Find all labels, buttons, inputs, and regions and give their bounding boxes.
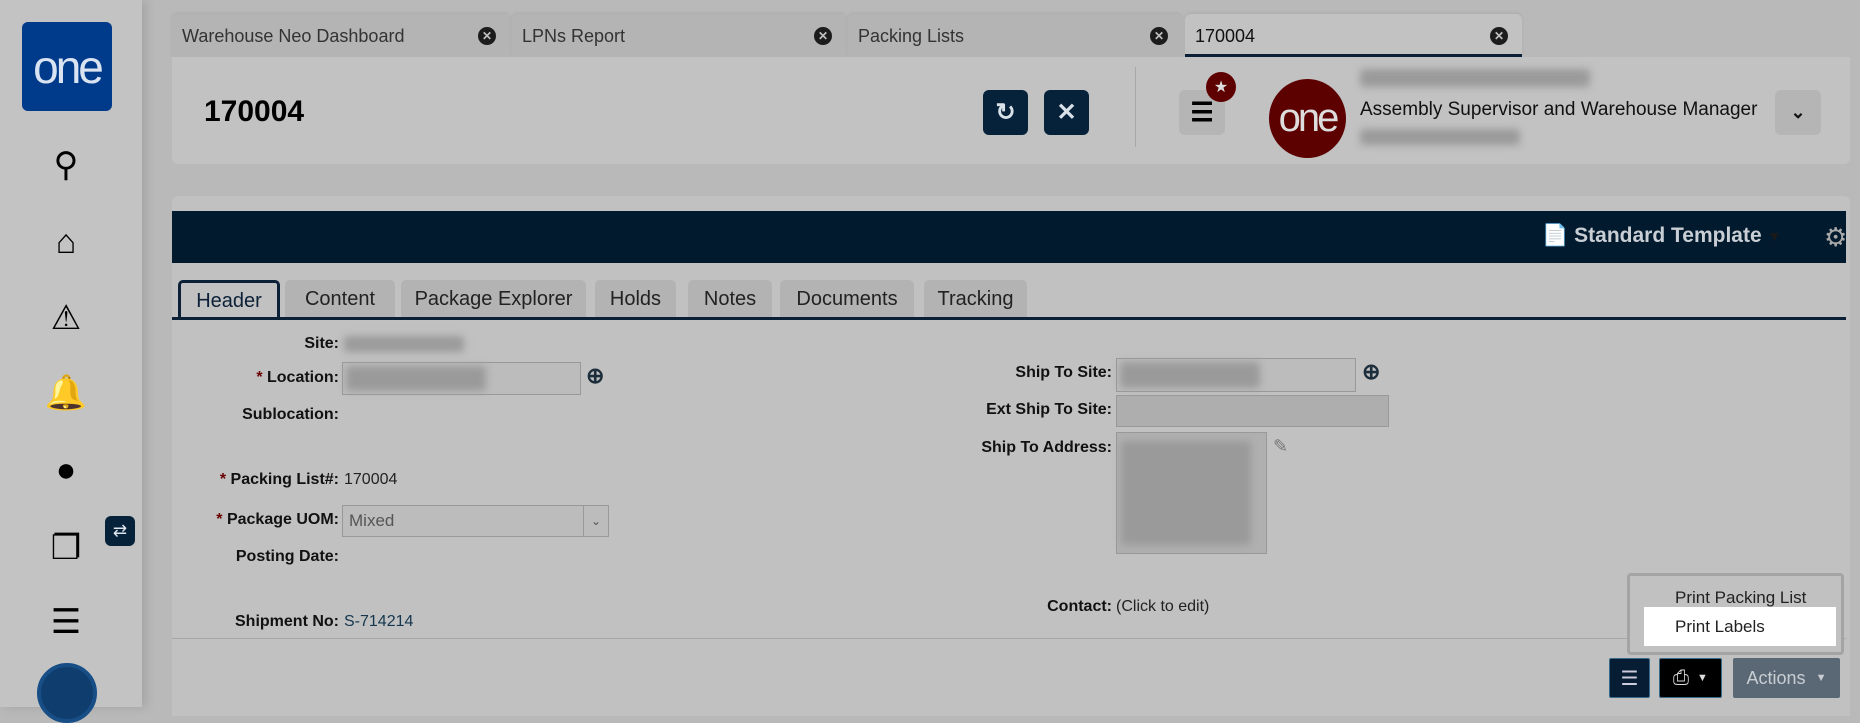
template-selector[interactable]: 📄 Standard Template ▼ — [1542, 224, 1782, 248]
footer-divider — [172, 638, 1846, 639]
chevron-down-icon[interactable]: ⌄ — [1775, 90, 1821, 135]
user-avatar[interactable]: one — [1269, 79, 1346, 158]
tab-holds[interactable]: Holds — [595, 280, 676, 318]
required-mark: * — [256, 369, 263, 386]
package-uom-select[interactable]: Mixed ⌄ — [342, 505, 609, 537]
posting-date-label: Posting Date: — [235, 548, 339, 565]
history-list-icon: ☰ — [1620, 667, 1639, 690]
menu-item-print-labels[interactable]: Print Labels — [1644, 607, 1836, 646]
actions-label: Actions — [1746, 667, 1806, 688]
close-tab-icon[interactable]: ✕ — [478, 27, 496, 45]
tab-underline — [172, 317, 1846, 320]
close-tab-icon[interactable]: ✕ — [814, 27, 832, 45]
sidebar: one ⚲ ⌂ ⚠ 🔔 ● ❐ ⇄ ☰ — [0, 0, 142, 723]
site-label: Site: — [304, 335, 339, 352]
star-icon[interactable]: ★ — [1206, 72, 1236, 102]
tab-label: Packing Lists — [858, 26, 965, 46]
divider — [1135, 67, 1136, 147]
close-tab-icon[interactable]: ✕ — [1150, 27, 1168, 45]
tab-lpns-report[interactable]: LPNs Report ✕ — [512, 14, 846, 57]
required-mark: * — [216, 511, 223, 528]
caret-down-icon: ▼ — [1767, 228, 1782, 244]
tab-label: 170004 — [1195, 26, 1256, 46]
chevron-down-icon: ⌄ — [583, 506, 608, 536]
actions-button[interactable]: Actions ▼ — [1733, 658, 1840, 698]
tab-documents[interactable]: Documents — [780, 280, 914, 318]
swap-icon[interactable]: ⇄ — [105, 516, 135, 546]
print-button[interactable]: ⎙ ▼ — [1659, 658, 1722, 698]
location-input[interactable] — [342, 362, 581, 395]
tab-content[interactable]: Content — [285, 280, 395, 318]
tab-170004[interactable]: 170004 ✕ — [1185, 14, 1522, 57]
contact-value[interactable]: (Click to edit) — [1116, 598, 1209, 616]
tab-packing-lists[interactable]: Packing Lists ✕ — [848, 14, 1182, 57]
location-label: * Location: — [172, 369, 339, 387]
shipment-no-link[interactable]: S-714214 — [344, 613, 413, 631]
ship-to-address-textarea[interactable] — [1116, 432, 1267, 554]
ship-to-address-label: Ship To Address: — [981, 439, 1112, 456]
package-uom-value: Mixed — [349, 511, 395, 530]
document-icon: 📄 — [1542, 224, 1569, 247]
site-value-redacted — [344, 336, 464, 352]
tab-warehouse-neo-dashboard[interactable]: Warehouse Neo Dashboard ✕ — [172, 14, 510, 57]
user-name-redacted — [1360, 69, 1590, 87]
edit-icon[interactable]: ✎ — [1273, 436, 1288, 457]
packing-list-label-text: Packing List#: — [230, 471, 339, 488]
warning-icon[interactable]: ⚠ — [46, 298, 86, 338]
location-label-text: Location: — [267, 369, 339, 386]
page-header: 170004 ↻ ✕ ☰ ★ one Assembly Supervisor a… — [172, 57, 1850, 164]
search-icon[interactable]: ⚲ — [46, 145, 86, 185]
refresh-button[interactable]: ↻ — [983, 90, 1028, 135]
page-title: 170004 — [204, 95, 305, 128]
tab-label: LPNs Report — [522, 26, 626, 46]
tab-tracking[interactable]: Tracking — [924, 280, 1027, 318]
shipment-no-label: Shipment No: — [235, 613, 339, 630]
ext-ship-to-site-input[interactable] — [1116, 395, 1389, 427]
tab-header[interactable]: Header — [178, 280, 280, 320]
one-logo[interactable]: one — [22, 22, 112, 111]
packing-list-panel: 📄 Standard Template ▼ ⚙ Header Content Pac… — [172, 196, 1850, 716]
menu-item-print-packing-list[interactable]: Print Packing List — [1675, 588, 1806, 608]
tab-package-explorer[interactable]: Package Explorer — [401, 280, 586, 318]
packing-list-label: * Packing List#: — [172, 471, 339, 489]
sublocation-label: Sublocation: — [242, 406, 339, 423]
chat-icon[interactable]: ● — [46, 450, 86, 490]
home-icon[interactable]: ⌂ — [46, 222, 86, 262]
caret-down-icon: ▼ — [1815, 672, 1827, 684]
caret-down-icon: ▼ — [1697, 672, 1708, 684]
required-mark: * — [219, 471, 227, 488]
ship-to-site-input[interactable] — [1116, 358, 1356, 392]
tab-label: Warehouse Neo Dashboard — [182, 26, 405, 46]
ship-to-site-label: Ship To Site: — [1015, 364, 1112, 381]
packing-list-value: 170004 — [344, 471, 398, 488]
history-button[interactable]: ☰ — [1609, 658, 1650, 698]
contact-label: Contact: — [1047, 598, 1112, 615]
print-dropdown-menu: Print Packing List Print Labels — [1627, 573, 1844, 655]
avatar[interactable] — [37, 663, 97, 723]
zoom-in-icon[interactable]: ⊕ — [1362, 359, 1380, 385]
bell-icon[interactable]: 🔔 — [45, 373, 87, 413]
user-role: Assembly Supervisor and Warehouse Manage… — [1360, 99, 1758, 120]
package-uom-label-text: Package UOM: — [226, 511, 339, 528]
user-email-redacted — [1360, 129, 1520, 145]
printer-icon: ⎙ — [1673, 666, 1690, 689]
close-tab-icon[interactable]: ✕ — [1490, 27, 1508, 45]
panel-toolbar: 📄 Standard Template ▼ ⚙ — [172, 211, 1847, 263]
tab-notes[interactable]: Notes — [688, 280, 772, 318]
zoom-in-icon[interactable]: ⊕ — [586, 363, 604, 389]
template-label: Standard Template — [1574, 224, 1762, 247]
close-button[interactable]: ✕ — [1044, 90, 1089, 135]
ext-ship-to-site-label: Ext Ship To Site: — [986, 401, 1112, 418]
gear-icon[interactable]: ⚙ — [1824, 222, 1847, 253]
package-uom-label: * Package UOM: — [172, 511, 339, 529]
menu-icon[interactable]: ☰ — [46, 602, 86, 642]
windows-icon[interactable]: ❐ — [46, 528, 86, 568]
